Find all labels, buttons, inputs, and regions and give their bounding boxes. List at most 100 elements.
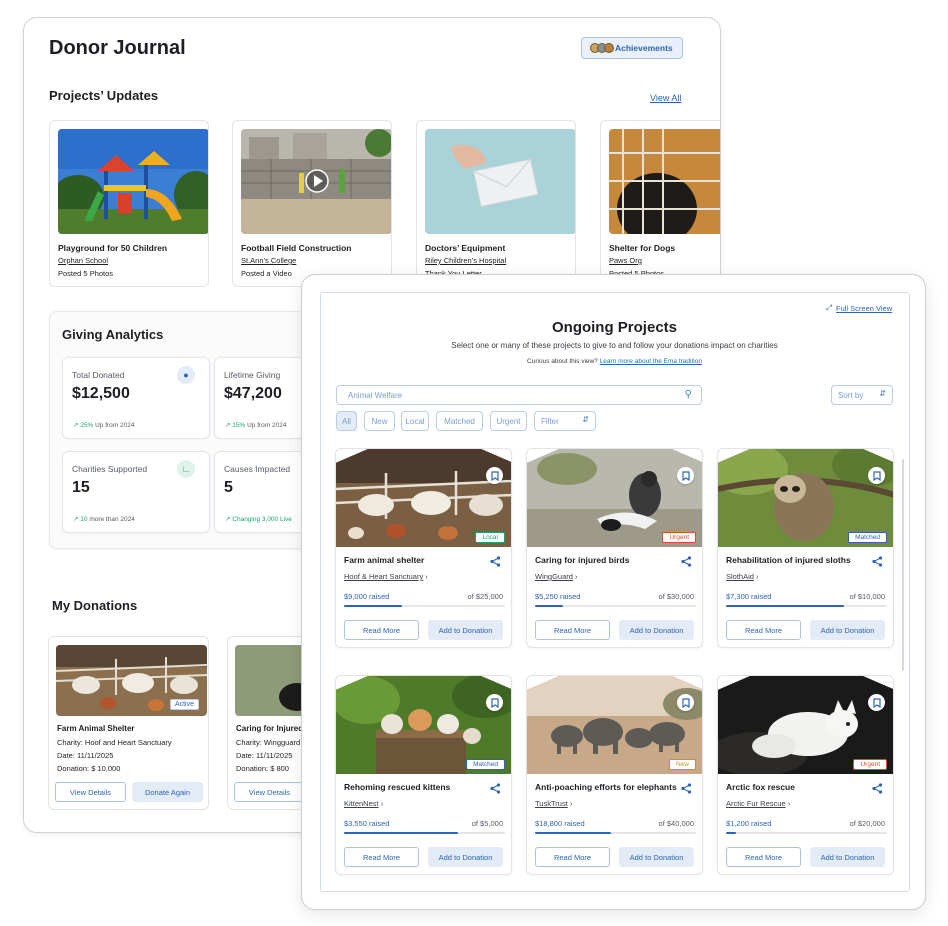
achievements-button[interactable]: Achievements [581,37,683,59]
share-icon[interactable] [872,554,883,572]
project-name: Rehabilitation of injured sloths [726,555,851,565]
update-project-name: Playground for 50 Children [58,243,168,253]
project-org-link[interactable]: Arctic Fur Rescue › [726,799,790,808]
donation-amount: Donation: $ 800 [236,764,289,773]
project-badge: Urgent [853,759,887,770]
project-badge: Urgent [662,532,696,543]
bookmark-icon[interactable] [868,694,885,711]
read-more-button[interactable]: Read More [344,847,419,867]
project-badge: New [668,759,696,770]
update-activity: Posted 5 Photos [58,269,114,278]
read-more-button[interactable]: Read More [726,847,801,867]
project-name: Rehoming rescued kittens [344,782,451,792]
donation-amount: Donation: $ 10,000 [57,764,121,773]
search-input[interactable]: Animal Welfare ⚲ [336,385,702,405]
stat-label: Charities Supported [72,464,148,474]
share-icon[interactable] [681,554,692,572]
update-card[interactable]: Playground for 50 Children Orphan School… [49,120,209,287]
update-project-name: Shelter for Dogs [609,243,676,253]
sort-by-select[interactable]: Sort by ⇵ [831,385,893,405]
project-goal: of $20,000 [849,819,885,828]
my-donations-heading: My Donations [52,598,138,613]
project-card[interactable]: Urgent Arctic fox rescue Arctic Fur Resc… [717,675,894,875]
donate-again-button[interactable]: Donate Again [132,782,203,802]
project-org-link[interactable]: SlothAid › [726,572,759,581]
add-to-donation-button[interactable]: Add to Donation [619,847,694,867]
progress-bar [535,832,696,834]
add-to-donation-button[interactable]: Add to Donation [619,620,694,640]
bookmark-icon[interactable] [486,694,503,711]
share-icon[interactable] [681,781,692,799]
trend-up-icon: ↗ [73,422,79,429]
project-org-link[interactable]: Hoof & Heart Sanctuary › [344,572,428,581]
bookmark-icon[interactable] [677,467,694,484]
progress-fill [535,832,611,834]
filter-chip-local[interactable]: Local [401,411,429,431]
progress-bar [726,605,887,607]
view-all-link[interactable]: View All [650,93,681,103]
stat-value: 15 [72,479,90,496]
project-name: Arctic fox rescue [726,782,795,792]
read-more-button[interactable]: Read More [535,620,610,640]
progress-bar [535,605,696,607]
bookmark-icon[interactable] [868,467,885,484]
add-to-donation-button[interactable]: Add to Donation [810,620,885,640]
search-icon: ⚲ [684,389,692,400]
project-card[interactable]: Urgent Caring for injured birds WingGuar… [526,448,703,648]
progress-fill [726,605,844,607]
project-card[interactable]: New Anti-poaching efforts for elephants … [526,675,703,875]
project-org-link[interactable]: KittenNest › [344,799,383,808]
filter-chip-all[interactable]: All [336,411,357,431]
read-more-button[interactable]: Read More [535,847,610,867]
projects-updates-heading: Projects’ Updates [49,88,159,103]
filter-chevron-icon: ⇵ [582,415,589,424]
share-icon[interactable] [490,554,501,572]
scrollbar[interactable] [902,459,904,671]
share-icon[interactable] [490,781,501,799]
project-card[interactable]: Matched Rehoming rescued kittens KittenN… [335,675,512,875]
update-project-name: Football Field Construction [241,243,352,253]
add-to-donation-button[interactable]: Add to Donation [428,847,503,867]
read-more-button[interactable]: Read More [726,620,801,640]
read-more-button[interactable]: Read More [344,620,419,640]
filter-dropdown[interactable]: Filter ⇵ [534,411,596,431]
share-icon[interactable] [872,781,883,799]
ongoing-projects-subtitle: Select one or many of these projects to … [451,341,778,350]
update-card[interactable]: Doctors’ Equipment Riley Children’s Hosp… [416,120,576,287]
add-to-donation-button[interactable]: Add to Donation [810,847,885,867]
donation-charity: Charity: Hoof and Heart Sanctuary [57,738,172,747]
bookmark-icon[interactable] [677,694,694,711]
donation-card: Active Farm Animal Shelter Charity: Hoof… [48,636,209,810]
bookmark-icon[interactable] [486,467,503,484]
ongoing-projects-window: ⤢ Full Screen View Ongoing Projects Sele… [301,274,926,910]
update-org-link[interactable]: Orphan School [58,256,108,265]
stat-value: $47,200 [224,385,282,402]
project-goal: of $40,000 [658,819,694,828]
project-org-link[interactable]: TuskTrust › [535,799,572,808]
project-org-link[interactable]: WingGuard › [535,572,578,581]
stat-label: Total Donated [72,370,125,380]
update-org-link[interactable]: Riley Children’s Hospital [425,256,506,265]
project-badge: Matched [848,532,887,543]
project-raised: $18,800 raised [535,819,585,828]
filter-chip-matched[interactable]: Matched [436,411,483,431]
stat-total-donated: Total Donated $12,500 ● ↗ 25% Up from 20… [62,357,210,439]
full-screen-view-link[interactable]: ⤢ Full Screen View [826,303,892,313]
add-to-donation-button[interactable]: Add to Donation [428,620,503,640]
project-goal: of $25,000 [467,592,503,601]
project-card[interactable]: Local Farm animal shelter Hoof & Heart S… [335,448,512,648]
achievements-label: Achievements [615,43,673,53]
filter-chip-new[interactable]: New [364,411,395,431]
update-card[interactable]: Shelter for Dogs Paws Org Posted 5 Photo… [600,120,720,287]
update-org-link[interactable]: Paws Org [609,256,642,265]
view-details-button[interactable]: View Details [55,782,126,802]
filter-chip-urgent[interactable]: Urgent [490,411,527,431]
update-card[interactable]: Football Field Construction St.Ann’s Col… [232,120,392,287]
update-project-name: Doctors’ Equipment [425,243,506,253]
project-card[interactable]: Matched Rehabilitation of injured sloths… [717,448,894,648]
view-details-button[interactable]: View Details [234,782,305,802]
learn-more-link[interactable]: Learn more about the Ema tradition [600,358,702,365]
stat-trend: ↗ Changing 3,000 Live [225,516,292,523]
donation-status-badge: Active [169,699,199,710]
update-org-link[interactable]: St.Ann’s College [241,256,296,265]
